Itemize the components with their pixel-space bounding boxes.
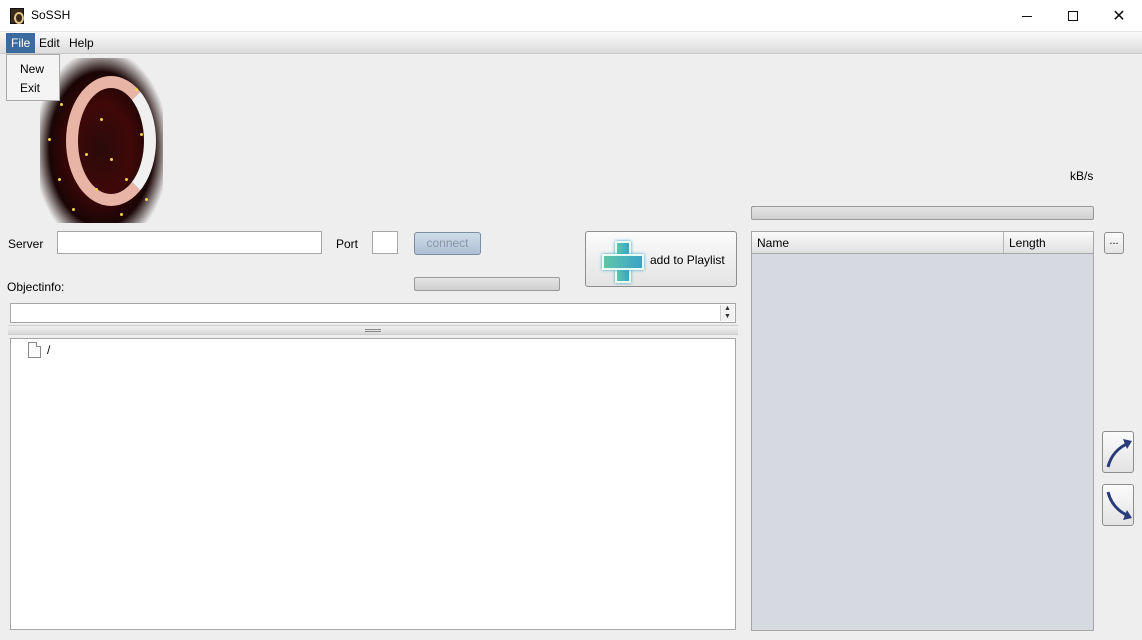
split-pane-divider[interactable] — [8, 325, 738, 335]
path-combobox[interactable]: ▲ ▼ — [10, 303, 736, 323]
menu-edit[interactable]: Edit — [34, 33, 65, 53]
server-label: Server — [8, 237, 44, 251]
column-header-length[interactable]: Length — [1004, 232, 1093, 253]
speed-unit-label: kB/s — [1070, 169, 1094, 183]
speed-progress-bar — [751, 206, 1094, 220]
sparkle — [72, 208, 75, 211]
sparkle — [95, 188, 98, 191]
sparkle — [125, 178, 128, 181]
plus-icon — [602, 241, 644, 283]
minimize-button[interactable] — [1004, 0, 1050, 32]
table-header: Name Length — [752, 232, 1093, 254]
add-to-playlist-label: add to Playlist — [650, 253, 725, 267]
spinner-arrows-icon[interactable]: ▲ ▼ — [720, 305, 734, 321]
menu-file[interactable]: File — [6, 33, 36, 53]
transfer-progress-bar — [414, 277, 560, 291]
maximize-button[interactable] — [1050, 0, 1096, 32]
minimize-icon — [1022, 15, 1032, 17]
sparkle — [140, 133, 143, 136]
file-icon — [28, 342, 41, 358]
window-title: SoSSH — [31, 8, 71, 22]
app-icon — [10, 8, 24, 24]
sparkle — [135, 88, 138, 91]
menu-item-new[interactable]: New — [7, 59, 59, 78]
title-bar: SoSSH ✕ — [0, 0, 1142, 32]
port-input[interactable] — [372, 231, 398, 254]
tree-root-node[interactable]: / — [47, 343, 50, 357]
column-header-name[interactable]: Name — [752, 232, 1004, 253]
sparkle — [110, 158, 113, 161]
sparkle — [85, 153, 88, 156]
move-down-button[interactable] — [1102, 484, 1134, 526]
menu-item-exit[interactable]: Exit — [7, 78, 59, 97]
connect-button[interactable]: connect — [414, 232, 481, 255]
file-tree[interactable]: / — [10, 338, 736, 630]
sparkle — [48, 138, 51, 141]
sparkle — [145, 198, 148, 201]
sparkle — [60, 103, 63, 106]
grip-icon — [365, 329, 381, 332]
port-label: Port — [336, 237, 359, 251]
add-to-playlist-button[interactable]: add to Playlist — [585, 231, 737, 287]
headphones-icon — [66, 76, 156, 206]
server-input[interactable] — [57, 231, 322, 254]
move-up-icon — [1106, 439, 1132, 468]
playlist-table[interactable]: Name Length — [751, 231, 1094, 631]
browse-button[interactable]: ... — [1104, 232, 1124, 254]
move-up-button[interactable] — [1102, 431, 1134, 473]
sparkle — [120, 213, 123, 216]
maximize-icon — [1068, 11, 1078, 21]
file-menu-dropdown: New Exit — [6, 54, 60, 101]
menu-bar: File Edit Help — [0, 32, 1142, 54]
objectinfo-label: Objectinfo: — [7, 280, 65, 294]
close-button[interactable]: ✕ — [1096, 0, 1142, 32]
sparkle — [58, 178, 61, 181]
move-down-icon — [1106, 491, 1132, 520]
menu-help[interactable]: Help — [64, 33, 99, 53]
sparkle — [100, 118, 103, 121]
